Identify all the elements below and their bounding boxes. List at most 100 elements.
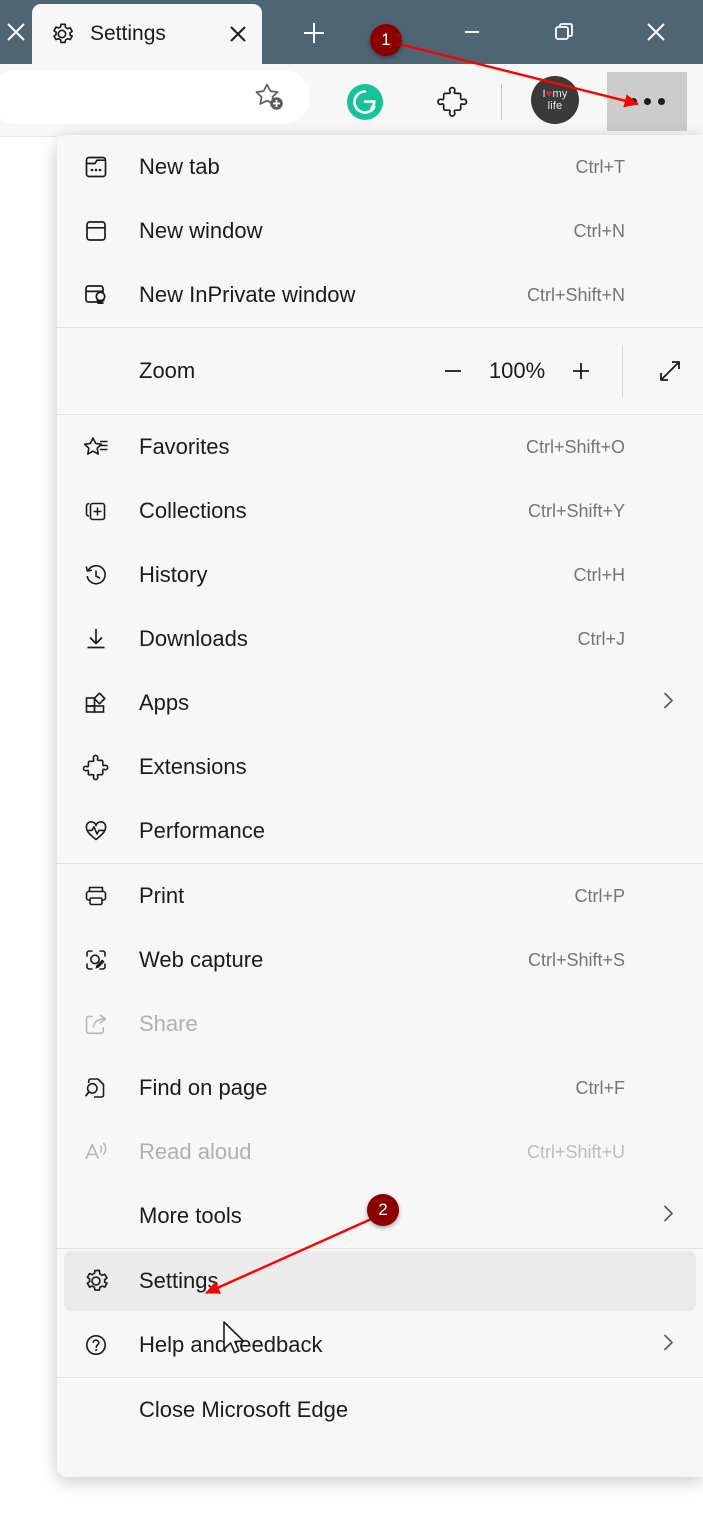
menu-item-shortcut: Ctrl+Shift+N	[526, 284, 625, 305]
printer-icon	[82, 882, 122, 910]
zoom-label: Zoom	[139, 358, 196, 383]
avatar[interactable]: I♥my life	[531, 76, 579, 124]
menu-item-label: Collections	[139, 498, 247, 523]
menu-item-label: Settings	[139, 1268, 219, 1293]
new-tab-button[interactable]	[292, 14, 336, 52]
menu-item-label: New InPrivate window	[139, 282, 356, 307]
more-options-button[interactable]	[607, 72, 687, 131]
menu-item-find-on-page[interactable]: Find on page Ctrl+F	[57, 1056, 703, 1120]
menu-item-history[interactable]: History Ctrl+H	[57, 543, 703, 607]
menu-item-label: Extensions	[139, 754, 247, 779]
menu-item-new-window[interactable]: New window Ctrl+N	[57, 199, 703, 263]
menu-item-label: Downloads	[139, 626, 248, 651]
history-clock-icon	[82, 561, 122, 589]
menu-item-apps[interactable]: Apps	[57, 671, 703, 735]
web-capture-icon	[82, 946, 122, 974]
favorites-star-icon	[82, 433, 122, 461]
menu-item-performance[interactable]: Performance	[57, 799, 703, 863]
heart-icon: ♥	[545, 88, 553, 100]
window-restore-button[interactable]	[539, 12, 589, 52]
menu-item-shortcut: Ctrl+J	[577, 628, 625, 649]
avatar-line-2: life	[547, 100, 563, 112]
menu-group-new: New tab Ctrl+T New window Ctrl+N New InP…	[57, 135, 703, 327]
help-circle-icon	[82, 1331, 122, 1359]
chevron-right-icon	[657, 1332, 679, 1359]
menu-item-label: Help and feedback	[139, 1332, 323, 1357]
annotation-badge-1: 1	[370, 24, 402, 56]
ellipsis-dot-3	[657, 98, 665, 105]
puzzle-piece-icon	[82, 753, 122, 781]
gear-icon	[82, 1267, 122, 1295]
menu-item-shortcut: Ctrl+P	[574, 885, 625, 906]
menu-item-label: Print	[139, 883, 185, 908]
ellipsis-dot-2	[643, 98, 651, 105]
grammarly-extension-icon[interactable]	[347, 84, 383, 120]
title-bar: Settings	[0, 0, 703, 64]
address-bar[interactable]	[0, 70, 310, 124]
menu-item-label: Performance	[139, 818, 265, 843]
menu-item-label: Read aloud	[139, 1139, 252, 1164]
browser-tab-settings[interactable]: Settings	[32, 4, 262, 64]
menu-item-label: More tools	[139, 1203, 242, 1228]
zoom-out-button[interactable]	[426, 344, 480, 398]
menu-item-label: Apps	[139, 690, 190, 715]
share-icon	[82, 1010, 122, 1038]
menu-item-shortcut: Ctrl+N	[573, 220, 625, 241]
menu-item-share: Share	[57, 992, 703, 1056]
performance-pulse-icon	[82, 817, 122, 845]
menu-item-label: History	[139, 562, 208, 587]
new-window-icon	[82, 217, 122, 245]
apps-grid-icon	[82, 689, 122, 717]
tab-title: Settings	[90, 22, 166, 45]
menu-item-label: Find on page	[139, 1075, 268, 1100]
fullscreen-arrows-icon[interactable]	[641, 344, 699, 398]
gear-icon	[48, 20, 76, 48]
toolbar-divider	[501, 84, 502, 120]
menu-item-new-inprivate-window[interactable]: New InPrivate window Ctrl+Shift+N	[57, 263, 703, 327]
menu-item-downloads[interactable]: Downloads Ctrl+J	[57, 607, 703, 671]
menu-item-collections[interactable]: Collections Ctrl+Shift+Y	[57, 479, 703, 543]
mouse-cursor	[222, 1320, 248, 1363]
annotation-badge-2: 2	[367, 1194, 399, 1226]
menu-item-shortcut: Ctrl+F	[575, 1077, 626, 1098]
add-favorite-star-icon[interactable]	[252, 79, 288, 115]
menu-item-extensions[interactable]: Extensions	[57, 735, 703, 799]
new-tab-icon	[82, 153, 122, 181]
tab-close-left-icon[interactable]	[2, 18, 30, 46]
menu-group-tools: Print Ctrl+P Web capture Ctrl+Shift+S Sh…	[57, 864, 703, 1248]
window-minimize-button[interactable]	[447, 12, 497, 52]
menu-item-label: Favorites	[139, 434, 230, 459]
menu-item-label: Web capture	[139, 947, 264, 972]
menu-item-shortcut: Ctrl+Shift+S	[527, 949, 625, 970]
find-on-page-icon	[82, 1074, 122, 1102]
menu-group-close: Close Microsoft Edge	[57, 1378, 703, 1442]
edge-main-menu: New tab Ctrl+T New window Ctrl+N New InP…	[57, 135, 703, 1477]
read-aloud-icon	[82, 1138, 122, 1166]
menu-item-shortcut: Ctrl+H	[573, 564, 625, 585]
menu-item-read-aloud: Read aloud Ctrl+Shift+U	[57, 1120, 703, 1184]
ellipsis-dot-1	[629, 98, 637, 105]
menu-item-help-and-feedback[interactable]: Help and feedback	[57, 1313, 703, 1377]
zoom-in-button[interactable]	[554, 344, 608, 398]
menu-item-label: Close Microsoft Edge	[139, 1397, 349, 1422]
zoom-level-value: 100%	[488, 358, 546, 383]
menu-item-close-microsoft-edge[interactable]: Close Microsoft Edge	[57, 1378, 703, 1442]
chevron-right-icon	[657, 1203, 679, 1230]
window-close-button[interactable]	[631, 12, 681, 52]
zoom-divider	[622, 345, 623, 397]
menu-item-new-tab[interactable]: New tab Ctrl+T	[57, 135, 703, 199]
downloads-arrow-icon	[82, 625, 122, 653]
menu-item-settings[interactable]: Settings	[57, 1249, 703, 1313]
menu-group-settings: Settings Help and feedback	[57, 1249, 703, 1377]
tab-close-icon[interactable]	[224, 20, 252, 48]
menu-item-web-capture[interactable]: Web capture Ctrl+Shift+S	[57, 928, 703, 992]
menu-item-print[interactable]: Print Ctrl+P	[57, 864, 703, 928]
menu-item-shortcut: Ctrl+Shift+Y	[527, 500, 625, 521]
avatar-line-1: I♥my	[542, 88, 568, 100]
menu-item-favorites[interactable]: Favorites Ctrl+Shift+O	[57, 415, 703, 479]
menu-item-shortcut: Ctrl+Shift+O	[525, 436, 625, 457]
collections-icon	[82, 497, 122, 525]
menu-zoom-row: Zoom 100%	[57, 328, 703, 414]
puzzle-piece-icon[interactable]	[434, 83, 472, 121]
chevron-right-icon	[657, 690, 679, 717]
